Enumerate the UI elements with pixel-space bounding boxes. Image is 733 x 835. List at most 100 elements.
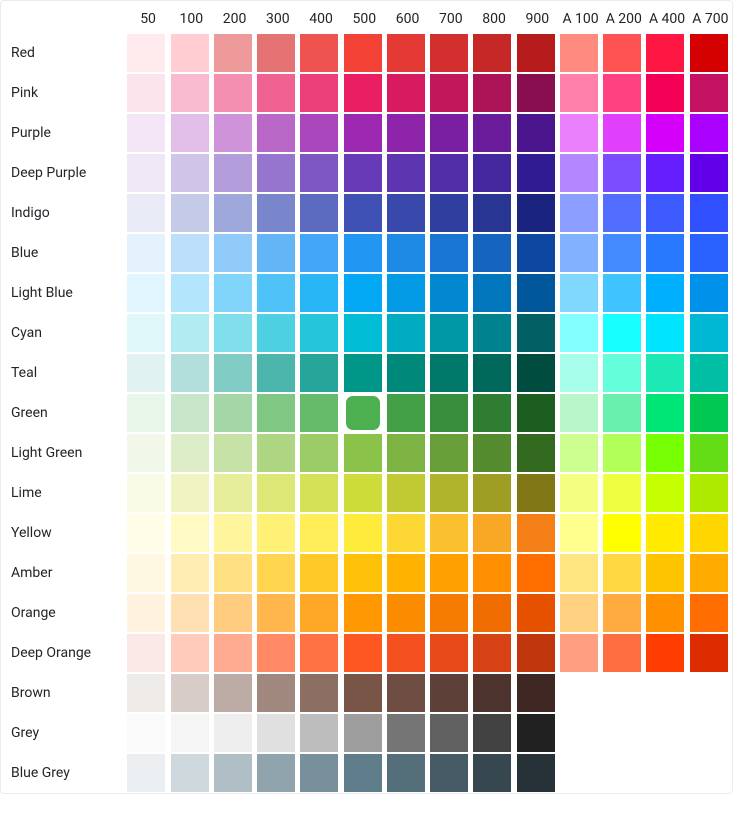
swatch-cell[interactable] [343,233,386,273]
swatch-cell[interactable] [386,273,429,313]
color-swatch[interactable] [559,433,599,473]
swatch-cell[interactable] [602,633,645,673]
color-swatch[interactable] [126,393,166,433]
color-swatch[interactable] [386,593,426,633]
swatch-cell[interactable] [126,553,169,593]
swatch-cell[interactable] [256,553,299,593]
color-swatch[interactable] [516,433,556,473]
color-swatch[interactable] [472,673,512,713]
color-swatch[interactable] [343,673,383,713]
color-swatch[interactable] [343,393,383,433]
swatch-cell[interactable] [602,273,645,313]
color-swatch[interactable] [256,513,296,553]
color-swatch[interactable] [602,233,642,273]
swatch-cell[interactable] [256,193,299,233]
swatch-cell[interactable] [516,273,559,313]
swatch-cell[interactable] [602,433,645,473]
swatch-cell[interactable] [429,713,472,753]
color-swatch[interactable] [472,593,512,633]
swatch-cell[interactable] [213,73,256,113]
color-swatch[interactable] [689,233,729,273]
swatch-cell[interactable] [170,753,213,793]
swatch-cell[interactable] [256,113,299,153]
swatch-cell[interactable] [602,153,645,193]
swatch-cell[interactable] [126,593,169,633]
color-swatch[interactable] [516,353,556,393]
swatch-cell[interactable] [516,33,559,73]
swatch-cell[interactable] [386,713,429,753]
swatch-cell[interactable] [213,753,256,793]
color-swatch[interactable] [299,513,339,553]
swatch-cell[interactable] [645,473,688,513]
color-swatch[interactable] [256,433,296,473]
swatch-cell[interactable] [559,73,602,113]
swatch-cell[interactable] [343,433,386,473]
swatch-cell[interactable] [170,593,213,633]
swatch-cell[interactable] [645,33,688,73]
color-swatch[interactable] [472,233,512,273]
swatch-cell[interactable] [299,513,342,553]
color-swatch[interactable] [602,273,642,313]
color-swatch[interactable] [299,553,339,593]
swatch-cell[interactable] [126,753,169,793]
swatch-cell[interactable] [516,753,559,793]
swatch-cell[interactable] [386,73,429,113]
color-swatch[interactable] [299,593,339,633]
swatch-cell[interactable] [689,433,732,473]
swatch-cell[interactable] [386,633,429,673]
color-swatch[interactable] [256,473,296,513]
swatch-cell[interactable] [213,153,256,193]
swatch-cell[interactable] [126,433,169,473]
color-swatch[interactable] [472,313,512,353]
color-swatch[interactable] [256,273,296,313]
swatch-cell[interactable] [472,153,515,193]
color-swatch[interactable] [126,713,166,753]
swatch-cell[interactable] [256,633,299,673]
swatch-cell[interactable] [386,473,429,513]
swatch-cell[interactable] [645,633,688,673]
color-swatch[interactable] [299,153,339,193]
swatch-cell[interactable] [429,393,472,433]
color-swatch[interactable] [126,433,166,473]
color-swatch[interactable] [645,193,685,233]
swatch-cell[interactable] [126,713,169,753]
swatch-cell[interactable] [689,33,732,73]
color-swatch[interactable] [299,433,339,473]
swatch-cell[interactable] [516,113,559,153]
color-swatch[interactable] [343,593,383,633]
swatch-cell[interactable] [645,113,688,153]
color-swatch[interactable] [602,153,642,193]
color-swatch[interactable] [645,33,685,73]
color-swatch[interactable] [516,553,556,593]
swatch-cell[interactable] [472,273,515,313]
swatch-cell[interactable] [343,473,386,513]
swatch-cell[interactable] [429,593,472,633]
swatch-cell[interactable] [429,113,472,153]
swatch-cell[interactable] [170,473,213,513]
swatch-cell[interactable] [126,353,169,393]
color-swatch[interactable] [213,33,253,73]
color-swatch[interactable] [299,673,339,713]
swatch-cell[interactable] [516,713,559,753]
swatch-cell[interactable] [645,433,688,473]
swatch-cell[interactable] [386,113,429,153]
swatch-cell[interactable] [343,553,386,593]
color-swatch[interactable] [386,193,426,233]
color-swatch[interactable] [213,193,253,233]
swatch-cell[interactable] [559,153,602,193]
color-swatch[interactable] [213,393,253,433]
color-swatch[interactable] [299,473,339,513]
swatch-cell[interactable] [516,673,559,713]
swatch-cell[interactable] [386,33,429,73]
color-swatch[interactable] [429,193,469,233]
swatch-cell[interactable] [213,233,256,273]
swatch-cell[interactable] [472,193,515,233]
color-swatch[interactable] [256,233,296,273]
color-swatch[interactable] [170,713,210,753]
color-swatch[interactable] [256,313,296,353]
color-swatch[interactable] [343,473,383,513]
color-swatch[interactable] [602,633,642,673]
swatch-cell[interactable] [472,753,515,793]
swatch-cell[interactable] [256,33,299,73]
color-swatch[interactable] [602,393,642,433]
